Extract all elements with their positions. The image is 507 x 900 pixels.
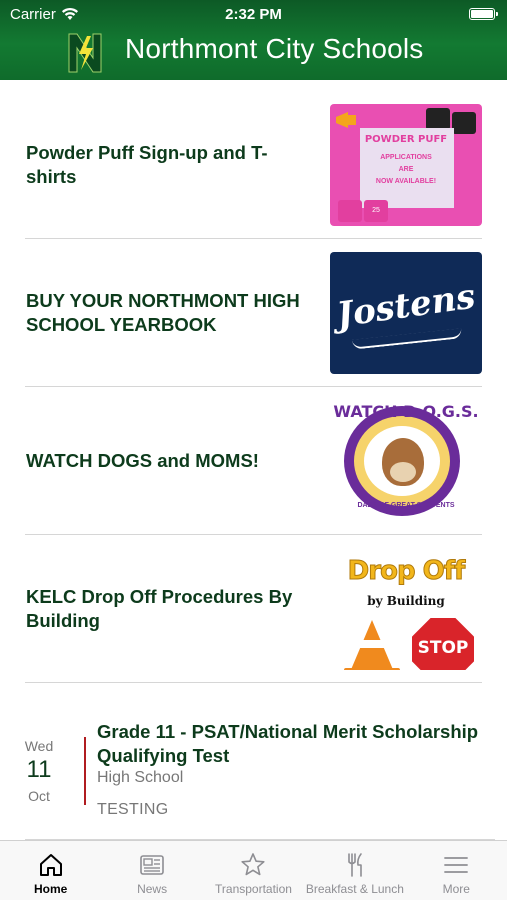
news-item-title: BUY YOUR NORTHMONT HIGH SCHOOL YEARBOOK <box>26 290 300 335</box>
tab-label: More <box>442 882 470 896</box>
news-item-thumbnail: Drop Off by Building STOP <box>330 548 482 670</box>
star-icon <box>241 853 266 876</box>
event-date: Wed 11 Oct <box>18 738 60 804</box>
tab-label: Home <box>34 882 68 896</box>
tab-transportation[interactable]: Transportation <box>203 841 304 900</box>
news-item-title: WATCH DOGS and MOMS! <box>26 450 259 471</box>
newspaper-icon <box>140 855 164 875</box>
menu-icon <box>444 857 469 873</box>
powder-puff-headline: POWDER PUFF <box>364 134 448 145</box>
event-accent-bar <box>84 737 86 805</box>
tab-breakfast-lunch[interactable]: Breakfast & Lunch <box>304 841 405 900</box>
fork-knife-icon <box>348 853 362 877</box>
event-item[interactable]: Wed 11 Oct Grade 11 - PSAT/National Meri… <box>0 710 507 840</box>
jostens-logo: Jostens <box>334 276 478 336</box>
northmont-logo-icon <box>68 33 102 73</box>
status-time: 2:32 PM <box>225 6 282 23</box>
tab-more[interactable]: More <box>406 841 507 900</box>
event-weekday: Wed <box>24 738 54 754</box>
news-item-title: KELC Drop Off Procedures By Building <box>26 586 293 631</box>
event-title: Grade 11 - PSAT/National Merit Scholarsh… <box>97 721 479 766</box>
news-item-powder-puff[interactable]: Powder Puff Sign-up and T-shirts POWDER … <box>0 91 507 239</box>
app-header: Carrier 2:32 PM Northmont City Schools <box>0 0 507 80</box>
news-item-thumbnail: WATCH D.O.G.S. DADS OF GREAT STUDENTS <box>330 400 482 522</box>
battery-icon <box>469 8 498 20</box>
event-category: TESTING <box>97 801 169 818</box>
status-bar: Carrier 2:32 PM <box>0 4 507 24</box>
list-divider <box>25 682 482 683</box>
home-icon <box>39 854 62 876</box>
tshirt-icon <box>426 108 450 130</box>
megaphone-icon <box>336 112 356 128</box>
tab-label: News <box>137 882 168 896</box>
tshirt-icon <box>452 112 476 134</box>
app-title: Northmont City Schools <box>125 33 424 64</box>
watch-dogs-title: WATCH D.O.G.S. <box>333 402 479 421</box>
news-feed[interactable]: Powder Puff Sign-up and T-shirts POWDER … <box>0 80 507 840</box>
tab-label: Breakfast & Lunch <box>305 882 404 896</box>
news-item-thumbnail: POWDER PUFF APPLICATIONS ARE NOW AVAILAB… <box>330 104 482 226</box>
drop-off-headline: Drop Off <box>347 556 466 587</box>
tshirt-number: 25 <box>364 200 388 222</box>
stop-sign-text: STOP <box>417 638 469 658</box>
news-item-drop-off[interactable]: KELC Drop Off Procedures By Building Dro… <box>0 535 507 683</box>
tab-bar: Home News Transportation Breakfast & Lun… <box>0 840 507 900</box>
news-item-watch-dogs[interactable]: WATCH DOGS and MOMS! WATCH D.O.G.S. DADS… <box>0 387 507 535</box>
tab-home[interactable]: Home <box>0 841 101 900</box>
news-item-title: Powder Puff Sign-up and T-shirts <box>26 142 268 187</box>
drop-off-subtitle: by Building <box>367 594 445 608</box>
news-item-thumbnail: Jostens <box>330 252 482 374</box>
event-day: 11 <box>26 756 52 783</box>
powder-puff-lines: APPLICATIONS ARE NOW AVAILABLE! <box>375 154 437 185</box>
event-month: Oct <box>28 788 50 804</box>
news-item-yearbook[interactable]: BUY YOUR NORTHMONT HIGH SCHOOL YEARBOOK … <box>0 239 507 387</box>
tab-label: Transportation <box>215 882 292 896</box>
tshirt-icon <box>338 200 362 222</box>
watch-dogs-subtitle: DADS OF GREAT STUDENTS <box>357 502 455 509</box>
tab-news[interactable]: News <box>101 841 202 900</box>
event-location: High School <box>97 769 184 786</box>
